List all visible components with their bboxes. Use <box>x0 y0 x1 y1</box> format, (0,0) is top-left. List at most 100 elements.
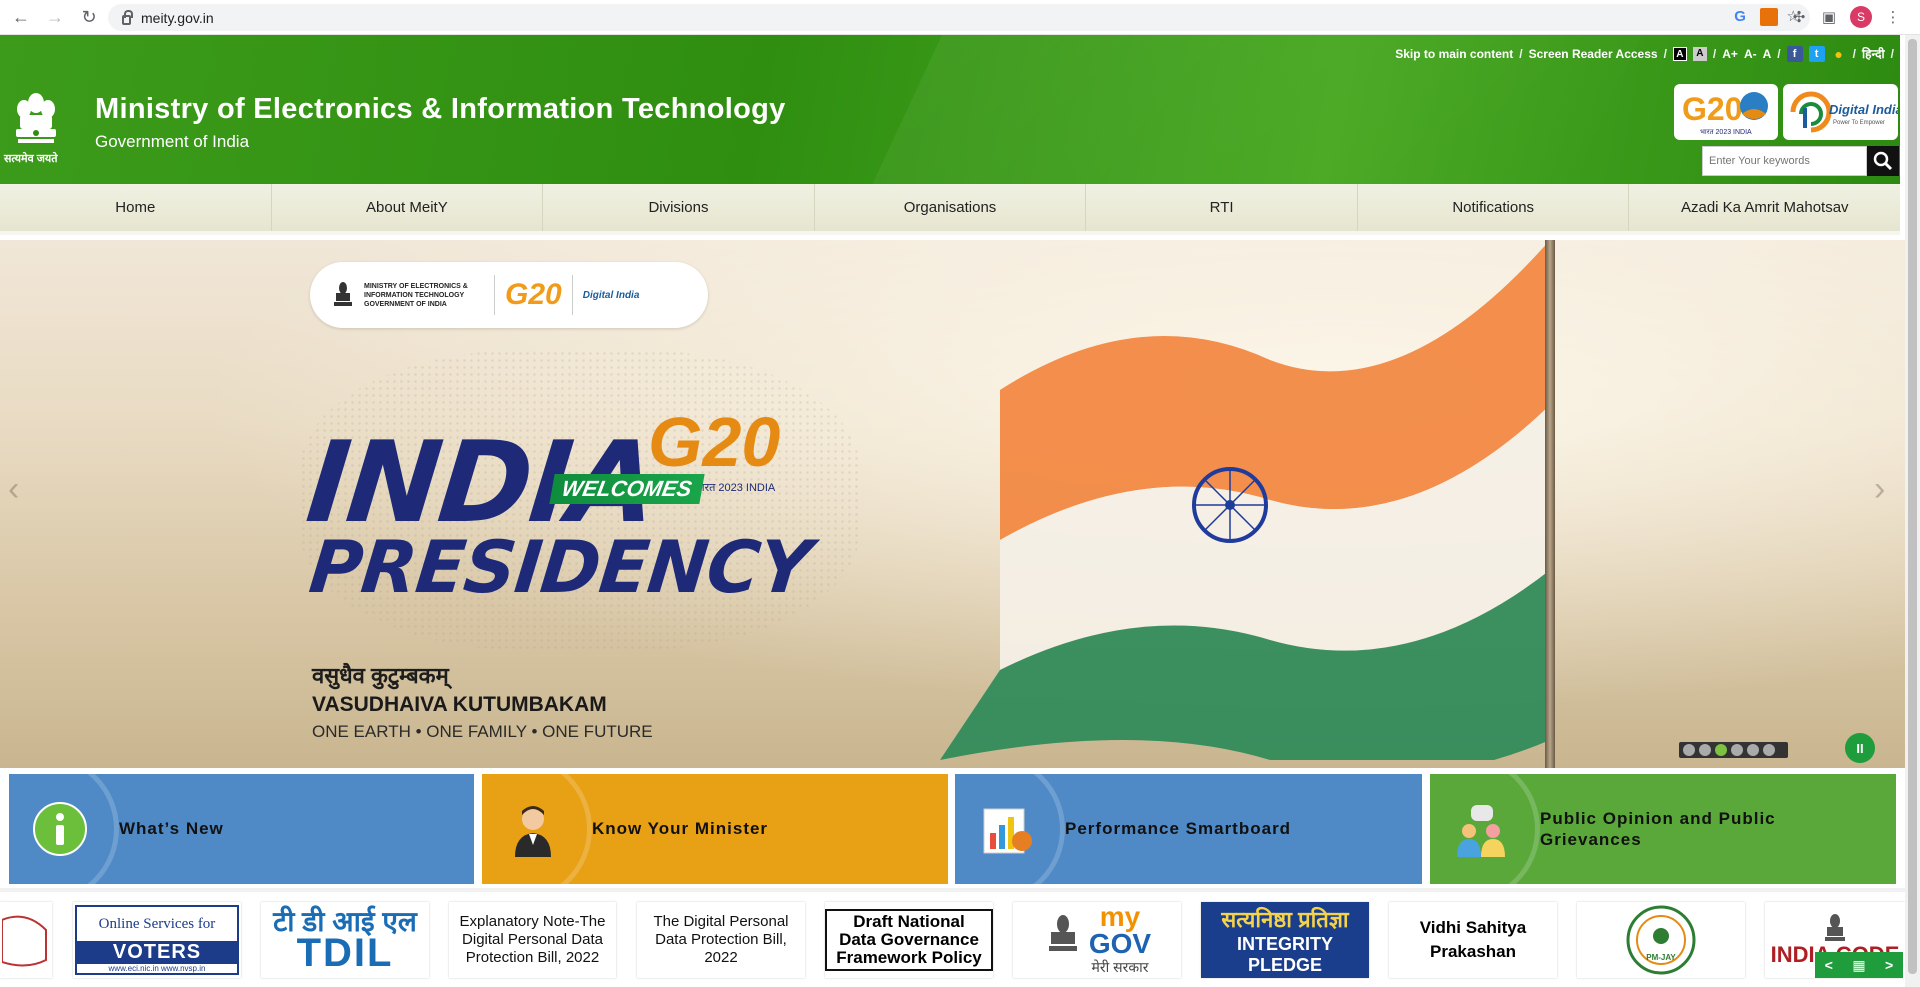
koo-icon[interactable]: ● <box>1831 46 1847 62</box>
separator: / <box>1852 46 1856 61</box>
digital-india-text: Digital India <box>1829 102 1898 117</box>
font-decrease-button[interactable]: A- <box>1744 47 1757 61</box>
nav-notifications[interactable]: Notifications <box>1357 184 1630 231</box>
puzzle-icon[interactable]: ✣ <box>1790 8 1808 26</box>
main-nav: Home About MeitY Divisions Organisations… <box>0 184 1901 235</box>
hero-slider[interactable]: MINISTRY OF ELECTRONICS & INFORMATION TE… <box>0 240 1905 768</box>
site-search <box>1702 146 1899 176</box>
nav-divisions[interactable]: Divisions <box>543 184 815 231</box>
bar-chart-icon <box>977 800 1035 858</box>
tile-performance-smartboard[interactable]: Performance Smartboard <box>955 774 1422 884</box>
indian-flag-image <box>940 240 1550 760</box>
carousel-controls: < ▦ > <box>1815 952 1903 978</box>
scrollbar-thumb[interactable] <box>1908 39 1917 974</box>
search-input[interactable] <box>1702 146 1867 176</box>
tdil-english: TDIL <box>296 931 394 975</box>
pmjay-seal-icon: PM-JAY <box>1626 905 1696 975</box>
slider-dot-active[interactable] <box>1715 744 1727 756</box>
hero-bharat-2023: भारत 2023 INDIA <box>694 482 776 494</box>
carousel-voters-services[interactable]: Online Services for VOTERS www.eci.nic.i… <box>73 902 241 978</box>
g20-logo[interactable]: G20 भारत 2023 INDIA <box>1674 84 1778 140</box>
twitter-icon[interactable]: t <box>1808 45 1825 62</box>
carousel-pmjay[interactable]: PM-JAY <box>1577 902 1745 978</box>
font-normal-button[interactable]: A <box>1763 47 1772 61</box>
separator: / <box>1712 46 1717 61</box>
nav-about-meity[interactable]: About MeitY <box>271 184 544 231</box>
slider-dot[interactable] <box>1747 744 1759 756</box>
slider-dot[interactable] <box>1683 744 1695 756</box>
separator: / <box>1519 46 1523 61</box>
forward-icon[interactable]: → <box>42 4 68 30</box>
facebook-icon[interactable]: f <box>1786 45 1803 62</box>
slider-pause-button[interactable]: II <box>1845 733 1875 763</box>
people-chat-icon <box>1452 800 1510 858</box>
hero-digital-india-logo: Digital India <box>582 289 640 301</box>
digital-india-logo[interactable]: Digital India Power To Empower <box>1783 84 1900 140</box>
carousel-grid-icon[interactable]: ▦ <box>1852 957 1865 974</box>
slider-prev-arrow[interactable]: ‹ <box>8 470 19 509</box>
tile-label: Public Opinion and Public Grievances <box>1540 809 1776 849</box>
carousel-explanatory-note[interactable]: Explanatory Note-The Digital Personal Da… <box>449 902 616 978</box>
site-title[interactable]: Ministry of Electronics & Information Te… <box>95 93 786 126</box>
normal-contrast-button[interactable]: A <box>1692 46 1707 61</box>
hero-headline-presidency: PRESIDENCY <box>305 525 815 609</box>
carousel-item-partial[interactable] <box>0 902 52 978</box>
tile-know-your-minister[interactable]: Know Your Minister <box>482 774 948 884</box>
slider-next-arrow[interactable]: › <box>1874 470 1885 509</box>
hero-ministry-text: MINISTRY OF ELECTRONICS & INFORMATION TE… <box>364 282 468 308</box>
font-increase-button[interactable]: A+ <box>1722 47 1738 61</box>
side-panel-icon[interactable]: ▣ <box>1820 8 1838 26</box>
search-button[interactable] <box>1867 146 1899 176</box>
hero-g20: G20 <box>648 403 781 481</box>
profile-avatar[interactable]: S <box>1850 6 1872 28</box>
carousel-mygov[interactable]: my GOV मेरी सरकार <box>1013 902 1181 978</box>
carousel-next-button[interactable]: > <box>1885 957 1893 973</box>
divider <box>571 275 573 315</box>
high-contrast-button[interactable]: A <box>1672 46 1687 61</box>
extension-icon[interactable] <box>1760 8 1778 26</box>
menu-kebab-icon[interactable]: ⋮ <box>1884 8 1902 26</box>
g20-logo-caption: भारत 2023 INDIA <box>1700 129 1752 136</box>
screen-reader-link[interactable]: Screen Reader Access <box>1529 47 1658 61</box>
carousel-dpdp-bill[interactable]: The Digital Personal Data Protection Bil… <box>637 902 805 978</box>
nav-rti[interactable]: RTI <box>1086 184 1358 231</box>
carousel-prev-button[interactable]: < <box>1825 957 1833 973</box>
url-text[interactable]: meity.gov.in <box>141 10 214 26</box>
skip-to-main-link[interactable]: Skip to main content <box>1395 47 1513 61</box>
page-scrollbar[interactable] <box>1905 35 1920 987</box>
tile-label: What’s New <box>119 819 224 838</box>
voters-top-text: Online Services for <box>98 915 216 932</box>
nav-home[interactable]: Home <box>0 184 272 231</box>
address-bar[interactable]: meity.gov.in G ⇪ ☆ <box>108 4 1810 31</box>
divider <box>494 275 495 315</box>
tile-whats-new[interactable]: What’s New <box>9 774 474 884</box>
slider-dot[interactable] <box>1699 744 1711 756</box>
separator: / <box>1777 46 1781 61</box>
hero-logo-strip: MINISTRY OF ELECTRONICS & INFORMATION TE… <box>310 262 708 328</box>
browser-toolbar: ← → ↻ meity.gov.in G ⇪ ☆ ✣ ▣ S ⋮ <box>0 0 1920 35</box>
google-lens-icon[interactable]: G <box>1734 8 1746 25</box>
hero-motto: VASUDHAIVA KUTUMBAKAM <box>312 693 607 716</box>
tile-public-opinion-grievances[interactable]: Public Opinion and Public Grievances <box>1430 774 1896 884</box>
slider-dot[interactable] <box>1763 744 1775 756</box>
g20-logo-text: G20 <box>1682 91 1742 127</box>
hindi-language-link[interactable]: हिन्दी <box>1862 45 1885 62</box>
mygov-gov: GOV <box>1088 927 1152 959</box>
nav-azadi-ka-amrit-mahotsav[interactable]: Azadi Ka Amrit Mahotsav <box>1629 184 1901 231</box>
voters-main-text: VOTERS <box>77 941 237 964</box>
carousel-integrity-pledge[interactable]: सत्यनिष्ठा प्रतिज्ञा INTEGRITY PLEDGE <box>1201 902 1369 978</box>
reload-icon[interactable]: ↻ <box>76 4 102 30</box>
draft-policy-text: Draft National Data Governance Framework… <box>825 909 993 971</box>
site-subtitle: Government of India <box>95 132 250 151</box>
carousel-vidhi-sahitya[interactable]: Vidhi Sahitya Prakashan <box>1389 902 1557 978</box>
back-icon[interactable]: ← <box>8 4 34 30</box>
carousel-tdil[interactable]: टी डी आई एल TDIL <box>261 902 429 978</box>
partner-logo-carousel: Online Services for VOTERS www.eci.nic.i… <box>0 888 1905 987</box>
site-header: Skip to main content / Screen Reader Acc… <box>0 35 1900 184</box>
lock-icon[interactable] <box>122 9 133 25</box>
slider-dot[interactable] <box>1731 744 1743 756</box>
carousel-data-governance-policy[interactable]: Draft National Data Governance Framework… <box>825 902 993 978</box>
nav-organisations[interactable]: Organisations <box>814 184 1087 231</box>
accessibility-bar: Skip to main content / Screen Reader Acc… <box>1395 45 1894 62</box>
national-emblem-icon <box>334 282 352 306</box>
